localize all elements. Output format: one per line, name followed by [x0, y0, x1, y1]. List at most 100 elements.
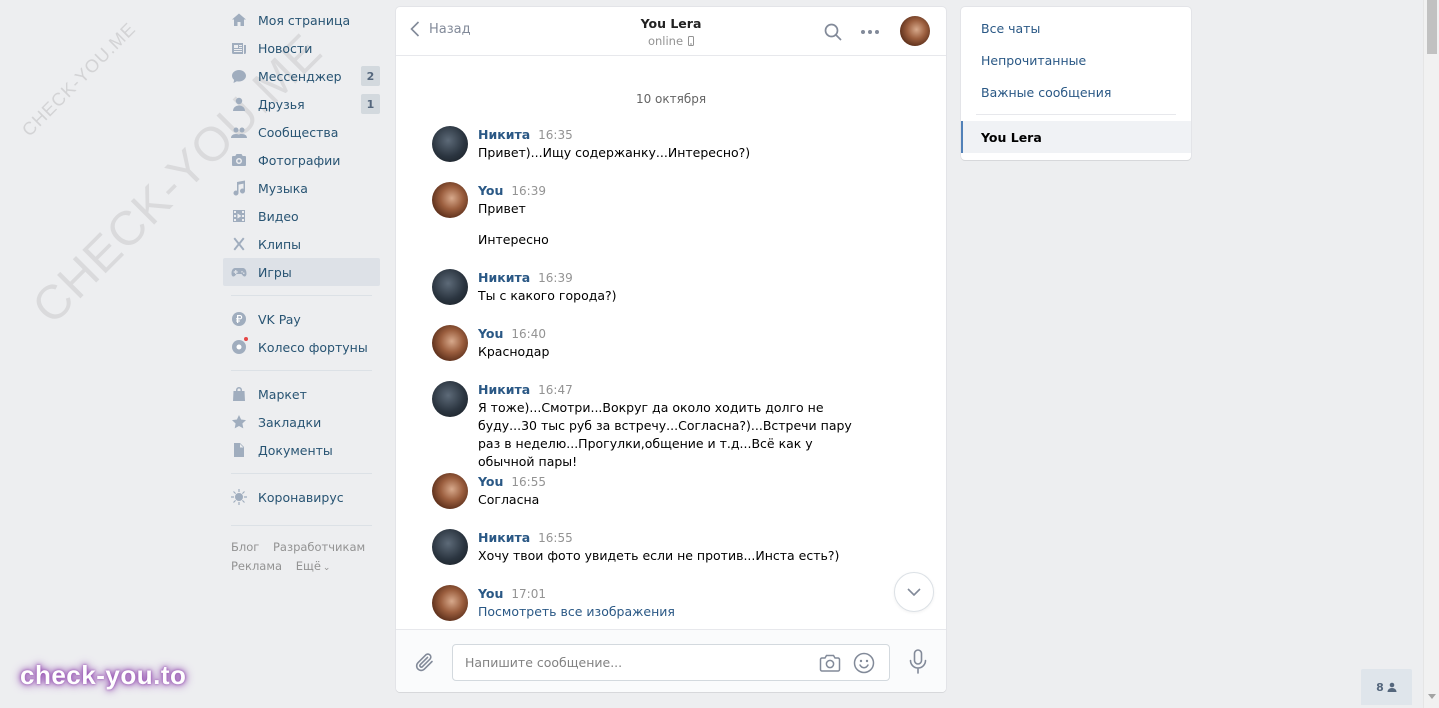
nav-item-video[interactable]: Видео — [223, 202, 380, 230]
message-text: Ты с какого города?) — [478, 288, 617, 303]
message-time[interactable]: 16:35 — [538, 128, 573, 142]
avatar[interactable] — [432, 585, 468, 621]
nav-label: Моя страница — [258, 12, 351, 28]
message-text: Привет)...Ищу содержанку...Интересно?) — [478, 145, 751, 160]
filter-all-chats[interactable]: Все чаты — [961, 12, 1191, 44]
nav-divider — [231, 473, 372, 474]
footer-link-developers[interactable]: Разработчикам — [273, 540, 365, 554]
message-author[interactable]: Никита — [478, 382, 530, 397]
peer-avatar[interactable] — [900, 16, 930, 46]
paperclip-icon[interactable] — [414, 651, 436, 673]
footer-link-more[interactable]: Ещё ⌄ — [296, 559, 341, 573]
chat-header: Назад You Lera online — [396, 7, 946, 56]
page-scrollbar[interactable] — [1423, 0, 1439, 708]
message-list: Никита 16:35 Привет)...Ищу содержанку...… — [396, 108, 946, 680]
avatar[interactable] — [432, 126, 468, 162]
nav-item-friends[interactable]: Друзья 1 — [223, 90, 380, 118]
footer-link-ads[interactable]: Реклама — [231, 559, 282, 573]
nav-item-market[interactable]: Маркет — [223, 380, 380, 408]
market-icon — [230, 385, 248, 403]
nav-item-documents[interactable]: Документы — [223, 436, 380, 464]
message-time[interactable]: 16:40 — [511, 327, 546, 341]
friends-icon — [230, 95, 248, 113]
view-all-images-link[interactable]: Посмотреть все изображения — [478, 603, 858, 621]
message-time[interactable]: 16:55 — [538, 531, 573, 545]
nav-item-coronavirus[interactable]: Коронавирус — [223, 483, 380, 511]
filter-important[interactable]: Важные сообщения — [961, 76, 1191, 108]
person-icon — [1387, 682, 1397, 692]
nav-label: Документы — [258, 442, 333, 458]
avatar[interactable] — [432, 269, 468, 305]
message-time[interactable]: 16:39 — [538, 271, 573, 285]
microphone-icon[interactable] — [908, 649, 928, 675]
message-input[interactable] — [465, 645, 805, 680]
nav-label: Фотографии — [258, 152, 341, 168]
online-friends-button[interactable]: 8 — [1361, 669, 1412, 705]
left-nav: Моя страница Новости Мессенджер 2 Друзья… — [223, 6, 380, 578]
message-author[interactable]: You — [478, 183, 503, 198]
search-icon[interactable] — [824, 23, 842, 41]
avatar[interactable] — [432, 381, 468, 417]
games-icon — [230, 263, 248, 281]
nav-item-music[interactable]: Музыка — [223, 174, 380, 202]
message-author[interactable]: Никита — [478, 127, 530, 142]
nav-item-wheel-of-fortune[interactable]: Колесо фортуны — [223, 333, 380, 361]
nav-divider — [231, 525, 372, 526]
nav-label: Клипы — [258, 236, 302, 252]
scroll-arrow-down-icon[interactable] — [1428, 694, 1436, 699]
avatar[interactable] — [432, 325, 468, 361]
camera-icon[interactable] — [819, 653, 841, 673]
nav-item-games[interactable]: Игры — [223, 258, 380, 286]
smile-icon[interactable] — [853, 652, 875, 674]
message-author[interactable]: You — [478, 474, 503, 489]
brand-watermark: check-you.to — [20, 660, 187, 690]
nav-label: Мессенджер — [258, 68, 342, 84]
vkpay-icon — [230, 310, 248, 328]
nav-item-vkpay[interactable]: VK Pay — [223, 305, 380, 333]
message-text: Согласна — [478, 492, 540, 507]
nav-item-photos[interactable]: Фотографии — [223, 146, 380, 174]
nav-item-news[interactable]: Новости — [223, 34, 380, 62]
nav-label: Колесо фортуны — [258, 339, 368, 355]
scroll-down-button[interactable] — [894, 572, 934, 612]
avatar[interactable] — [432, 182, 468, 218]
nav-item-messenger[interactable]: Мессенджер 2 — [223, 62, 380, 90]
nav-label: Сообщества — [258, 124, 339, 140]
message-time[interactable]: 16:47 — [538, 383, 573, 397]
video-icon — [230, 207, 248, 225]
message-text: Привет — [478, 201, 526, 216]
coronavirus-icon — [230, 488, 248, 506]
friends-badge: 1 — [361, 94, 380, 114]
documents-icon — [230, 441, 248, 459]
nav-item-bookmarks[interactable]: Закладки — [223, 408, 380, 436]
message-time[interactable]: 16:39 — [511, 184, 546, 198]
message-composer — [396, 629, 946, 692]
date-separator: 10 октября — [635, 92, 707, 106]
message-time[interactable]: 17:01 — [511, 587, 546, 601]
notification-dot — [243, 336, 249, 342]
message-author[interactable]: Никита — [478, 530, 530, 545]
clips-icon — [230, 235, 248, 253]
music-icon — [230, 179, 248, 197]
footer-more-label: Ещё — [295, 559, 321, 573]
message-author[interactable]: You — [478, 586, 503, 601]
nav-item-my-page[interactable]: Моя страница — [223, 6, 380, 34]
avatar[interactable] — [432, 473, 468, 509]
nav-divider — [231, 370, 372, 371]
nav-label: Игры — [258, 264, 292, 280]
nav-item-clips[interactable]: Клипы — [223, 230, 380, 258]
scrollbar-thumb[interactable] — [1427, 0, 1437, 54]
message-text: Я тоже)...Смотри...Вокруг да около ходит… — [478, 400, 852, 469]
more-icon[interactable] — [860, 23, 880, 41]
watermark-small: CHECK-YOU.ME — [18, 18, 140, 141]
avatar[interactable] — [432, 529, 468, 565]
message-time[interactable]: 16:55 — [511, 475, 546, 489]
nav-item-communities[interactable]: Сообщества — [223, 118, 380, 146]
filter-unread[interactable]: Непрочитанные — [961, 44, 1191, 76]
message-author[interactable]: Никита — [478, 270, 530, 285]
message-author[interactable]: You — [478, 326, 503, 341]
active-chat-item[interactable]: You Lera — [961, 121, 1191, 153]
nav-label: Музыка — [258, 180, 308, 196]
message-input-wrapper — [452, 644, 890, 681]
footer-link-blog[interactable]: Блог — [231, 540, 259, 554]
